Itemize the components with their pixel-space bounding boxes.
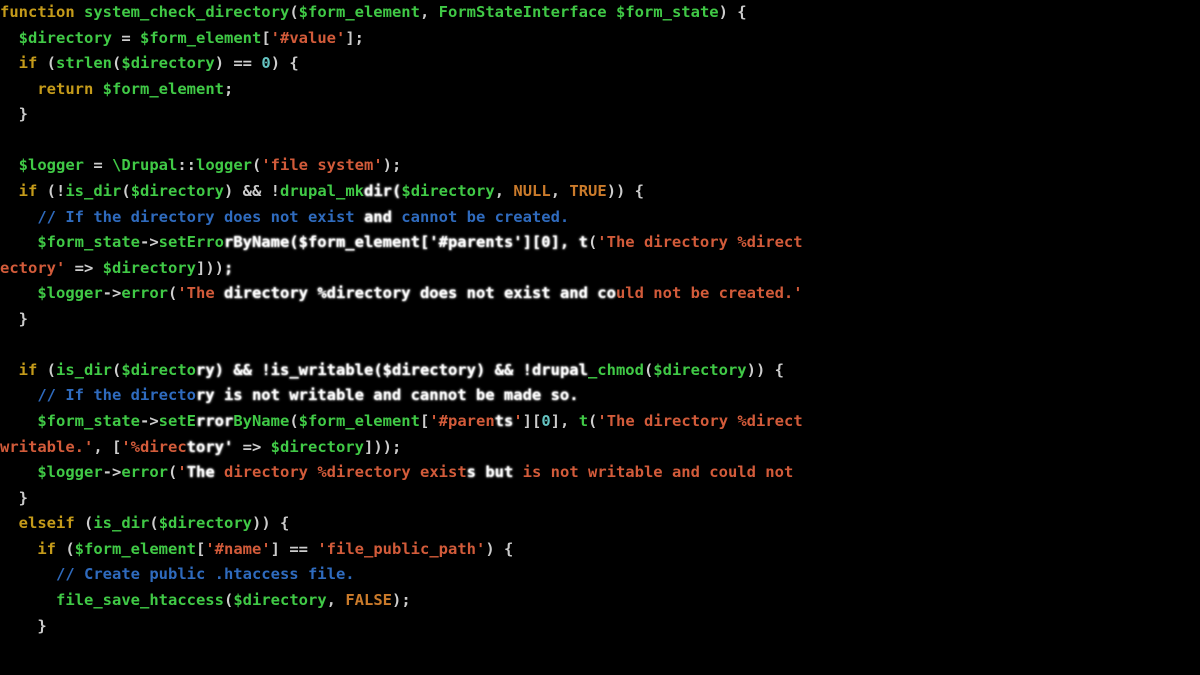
code-line-10: ectory' => $directory])); xyxy=(0,256,1200,282)
code-line-20: elseif (is_dir($directory)) { xyxy=(0,511,1200,537)
code-line-1: $directory = $form_element['#value']; xyxy=(0,26,1200,52)
code-line-21: if ($form_element['#name'] == 'file_publ… xyxy=(0,537,1200,563)
code-viewer: function system_check_directory($form_el… xyxy=(0,0,1200,639)
code-line-17: writable.', ['%directory' => $directory]… xyxy=(0,435,1200,461)
code-line-24: } xyxy=(0,614,1200,640)
code-line-2: if (strlen($directory) == 0) { xyxy=(0,51,1200,77)
code-line-19: } xyxy=(0,486,1200,512)
code-line-5 xyxy=(0,128,1200,154)
code-line-13 xyxy=(0,332,1200,358)
code-line-3: return $form_element; xyxy=(0,77,1200,103)
code-line-22: // Create public .htaccess file. xyxy=(0,562,1200,588)
code-line-4: } xyxy=(0,102,1200,128)
code-line-15: // If the directory is not writable and … xyxy=(0,383,1200,409)
code-line-11: $logger->error('The directory %directory… xyxy=(0,281,1200,307)
code-line-23: file_save_htaccess($directory, FALSE); xyxy=(0,588,1200,614)
code-line-0: function system_check_directory($form_el… xyxy=(0,0,1200,26)
code-line-14: if (is_dir($directory) && !is_writable($… xyxy=(0,358,1200,384)
code-line-12: } xyxy=(0,307,1200,333)
code-line-8: // If the directory does not exist and c… xyxy=(0,205,1200,231)
code-line-7: if (!is_dir($directory) && !drupal_mkdir… xyxy=(0,179,1200,205)
code-line-6: $logger = \Drupal::logger('file system')… xyxy=(0,153,1200,179)
code-line-16: $form_state->setErrorByName($form_elemen… xyxy=(0,409,1200,435)
code-line-18: $logger->error('The directory %directory… xyxy=(0,460,1200,486)
code-line-9: $form_state->setErrorByName($form_elemen… xyxy=(0,230,1200,256)
